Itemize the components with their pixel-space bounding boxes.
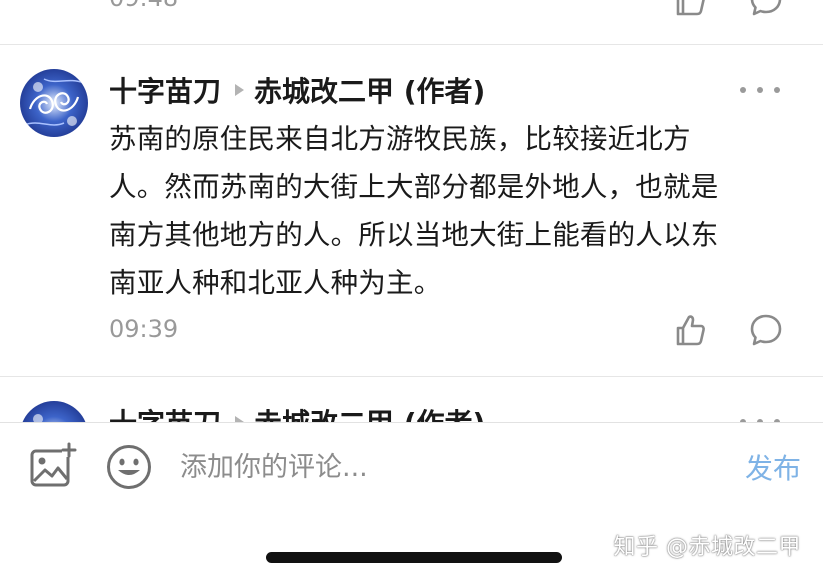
more-options-button[interactable] <box>740 407 780 422</box>
comment-item: 十字苗刀 赤城改二甲 (作者) <box>0 377 823 422</box>
thumbs-up-icon[interactable] <box>672 312 708 348</box>
comment-time: 09:48 <box>109 0 178 12</box>
reply-arrow-icon <box>235 84 245 96</box>
avatar[interactable] <box>20 69 88 137</box>
previous-comment: 09:48 <box>0 0 823 44</box>
more-options-button[interactable] <box>740 75 780 105</box>
comment-input-bar: 发布 知乎 @赤城改二甲 <box>0 422 823 578</box>
reply-to-name[interactable]: 赤城改二甲 (作者) <box>254 402 485 422</box>
more-dots-icon <box>740 87 746 93</box>
comment-input[interactable] <box>180 443 720 491</box>
avatar[interactable] <box>20 401 88 422</box>
author-name[interactable]: 十字苗刀 <box>109 70 221 110</box>
thumbs-up-icon[interactable] <box>672 0 708 18</box>
comment-line: 人。然而苏南的大街上大部分都是外地人，也就是 <box>109 171 719 203</box>
add-image-icon[interactable] <box>28 441 78 491</box>
comment-bubble-icon[interactable] <box>748 312 784 348</box>
emoji-icon[interactable] <box>105 443 153 491</box>
author-line: 十字苗刀 赤城改二甲 (作者) <box>109 402 485 422</box>
comment-bubble-icon[interactable] <box>748 0 784 18</box>
home-indicator[interactable] <box>266 552 562 563</box>
comment-screen: 09:48 <box>0 0 823 578</box>
comment-item: 十字苗刀 赤城改二甲 (作者) 苏南的原住民来自北方游牧民族，比较接近北方 人。… <box>0 45 823 375</box>
comment-time: 09:39 <box>109 315 179 343</box>
author-name[interactable]: 十字苗刀 <box>109 402 221 422</box>
watermark: 知乎 @赤城改二甲 <box>613 535 801 560</box>
comment-line: 苏南的原住民来自北方游牧民族，比较接近北方 <box>109 123 691 155</box>
author-line: 十字苗刀 赤城改二甲 (作者) <box>109 70 485 110</box>
reply-to-name[interactable]: 赤城改二甲 (作者) <box>254 70 485 110</box>
comment-line: 南亚人种和北亚人种为主。 <box>109 267 442 299</box>
comment-list[interactable]: 09:48 <box>0 0 823 422</box>
publish-button[interactable]: 发布 <box>745 447 801 487</box>
comment-text: 苏南的原住民来自北方游牧民族，比较接近北方 人。然而苏南的大街上大部分都是外地人… <box>109 115 799 307</box>
comment-line: 南方其他地方的人。所以当地大街上能看的人以东 <box>109 219 719 251</box>
